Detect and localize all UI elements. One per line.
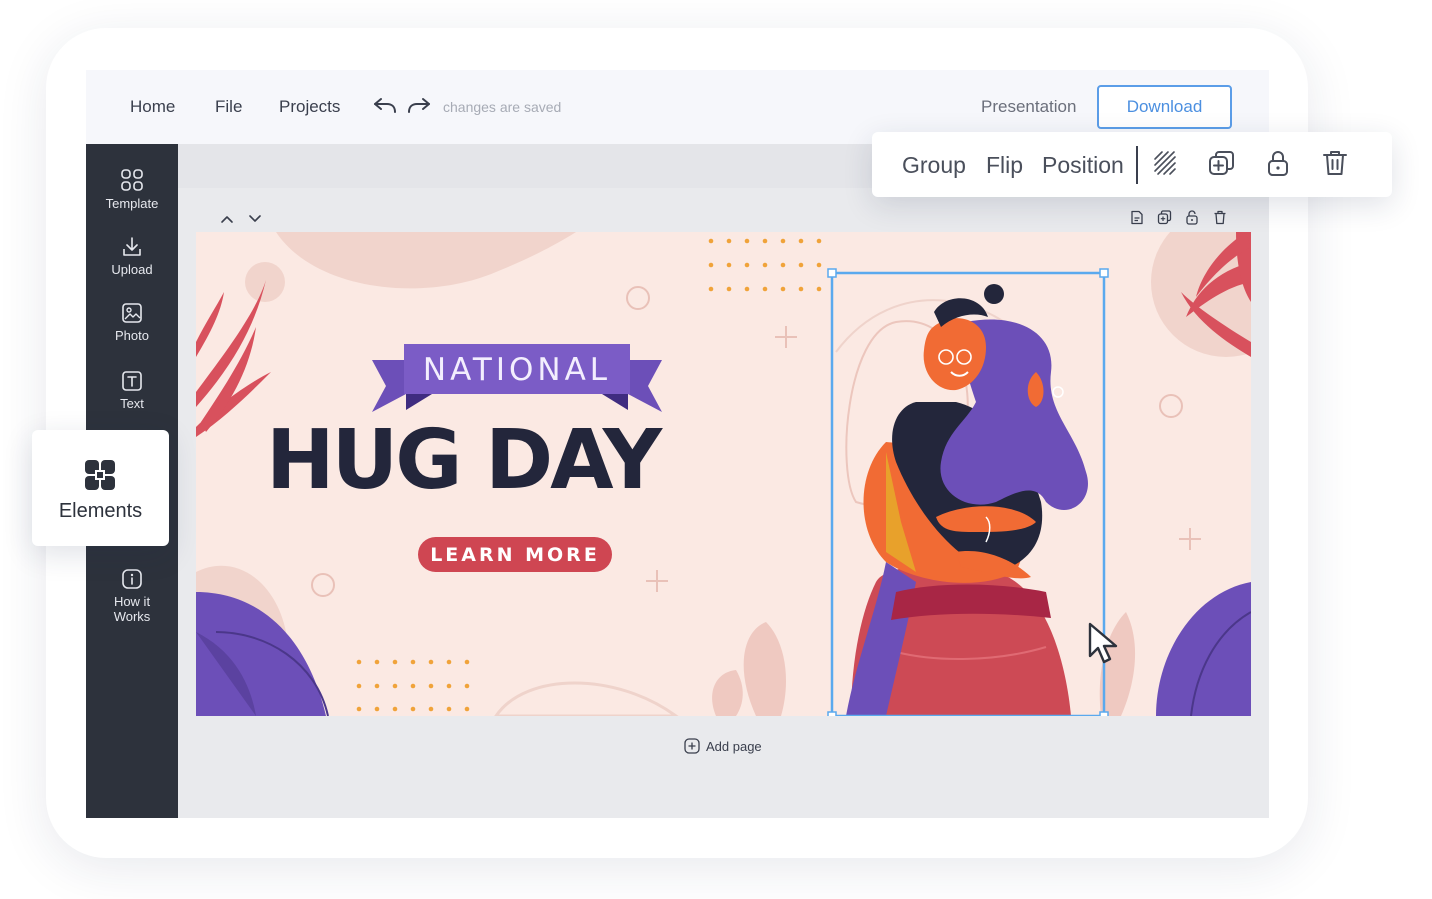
lock-icon[interactable] [1266,149,1290,182]
sidebar-item-template[interactable]: Template [86,168,178,211]
position-button[interactable]: Position [1042,152,1124,179]
lock-icon[interactable] [1185,209,1199,230]
sidebar-item-label: Photo [115,328,149,343]
add-page-label: Add page [706,738,762,754]
add-page-button[interactable]: Add page [684,738,762,754]
element-toolbar: Group Flip Position [872,132,1392,197]
trash-icon[interactable] [1322,149,1348,182]
transparency-icon[interactable] [1152,149,1178,182]
chevron-down-icon[interactable] [248,211,262,229]
upload-icon [123,237,141,256]
nav-home[interactable]: Home [130,97,175,117]
note-icon[interactable] [1130,210,1144,230]
template-grid-icon [121,169,143,191]
add-page-icon [684,738,700,754]
elements-label: Elements [58,500,143,522]
sidebar-item-photo[interactable]: Photo [86,302,178,343]
sidebar-item-text[interactable]: Text [86,370,178,411]
info-icon [122,569,142,589]
photo-icon [122,303,142,323]
nav-file[interactable]: File [215,97,242,117]
duplicate-icon[interactable] [1157,210,1172,230]
redo-icon[interactable] [406,94,434,120]
sidebar-item-elements[interactable]: Elements [32,430,169,546]
elements-icon [85,460,115,490]
sidebar-item-label: How it Works [113,594,151,624]
toolbar-divider [1136,146,1138,184]
cursor-icon [1088,622,1118,664]
sidebar-item-label: Text [120,396,144,411]
sidebar-item-label: Template [105,196,159,211]
chevron-up-icon[interactable] [220,211,234,229]
sidebar-item-upload[interactable]: Upload [86,236,178,277]
text-icon [122,371,142,391]
sidebar-item-how-it-works[interactable]: How it Works [86,568,178,624]
save-status: changes are saved [443,99,562,115]
undo-icon[interactable] [372,94,400,120]
duplicate-icon[interactable] [1208,149,1236,182]
sidebar-item-label: Upload [111,262,153,277]
presentation-button[interactable]: Presentation [981,97,1076,117]
download-button[interactable]: Download [1097,85,1232,129]
trash-icon[interactable] [1213,210,1227,230]
group-button[interactable]: Group [902,152,966,179]
nav-projects[interactable]: Projects [279,97,340,117]
flip-button[interactable]: Flip [986,152,1023,179]
